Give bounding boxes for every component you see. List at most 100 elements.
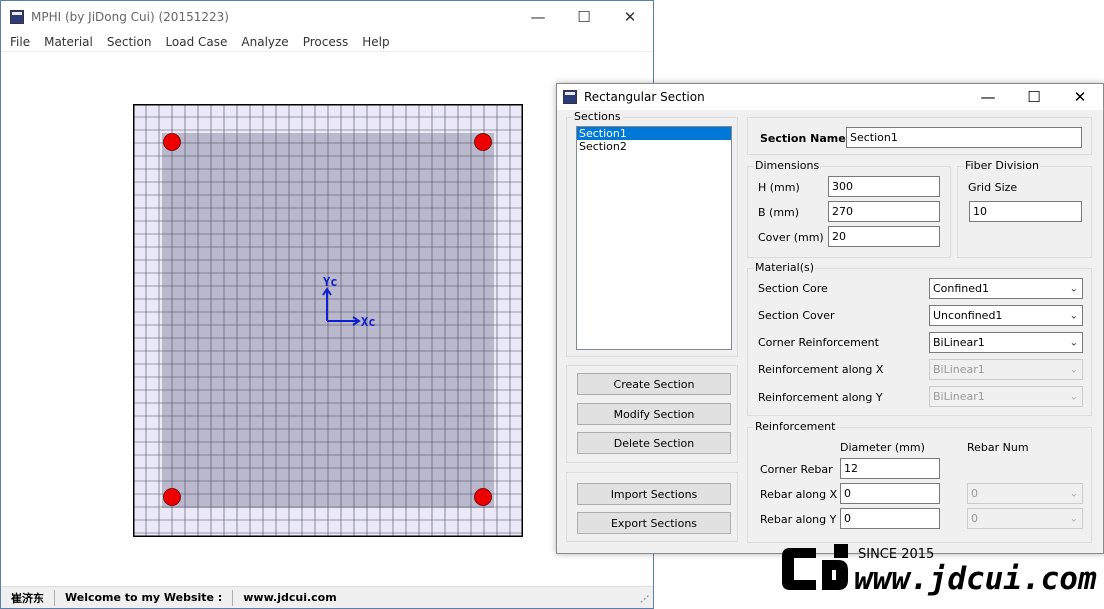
sections-listbox[interactable]: Section1 Section2: [576, 126, 732, 350]
grid-size-label: Grid Size: [968, 181, 1018, 194]
menu-process[interactable]: Process: [296, 35, 356, 49]
h-input[interactable]: 300: [828, 176, 940, 197]
chevron-down-icon: ⌄: [1069, 283, 1078, 294]
grid-size-input[interactable]: 10: [969, 201, 1082, 222]
list-item[interactable]: Section2: [577, 140, 731, 153]
section-name-input[interactable]: Section1: [846, 127, 1082, 148]
dialog-maximize-icon[interactable]: ☐: [1011, 84, 1057, 110]
main-titlebar[interactable]: MPHI (by JiDong Cui) (20151223) — ☐ ✕: [1, 1, 653, 32]
x-axis-label: Xc: [361, 315, 375, 329]
import-sections-button[interactable]: Import Sections: [577, 483, 731, 505]
b-input[interactable]: 270: [828, 201, 940, 222]
materials-group-label: Material(s): [754, 261, 816, 274]
reinforcement-x-label: Reinforcement along X: [758, 363, 884, 376]
corner-rebar: [163, 133, 181, 151]
rebar-x-num-value: 0: [971, 487, 978, 500]
section-name-group: Section Name Section1: [747, 117, 1092, 155]
dialog-close-icon[interactable]: ✕: [1057, 84, 1103, 110]
section-name-label: Section Name: [760, 132, 846, 145]
app-icon: [10, 9, 24, 24]
dialog-titlebar[interactable]: Rectangular Section — ☐ ✕: [557, 84, 1103, 110]
menu-load-case[interactable]: Load Case: [158, 35, 234, 49]
cover-input[interactable]: 20: [828, 226, 940, 247]
create-section-button[interactable]: Create Section: [577, 373, 731, 395]
section-cover-select[interactable]: Unconfined1 ⌄: [929, 305, 1083, 326]
cover-label: Cover (mm): [758, 231, 824, 244]
corner-rebar: [163, 488, 181, 506]
corner-reinforcement-label: Corner Reinforcement: [758, 336, 879, 349]
rebar-y-label: Rebar along Y: [760, 513, 837, 526]
jdcui-logo-icon: [782, 544, 848, 590]
menu-file[interactable]: File: [3, 35, 37, 49]
chevron-down-icon: ⌄: [1069, 488, 1078, 499]
rebar-y-num-select: 0 ⌄: [967, 508, 1083, 529]
maximize-icon[interactable]: ☐: [561, 1, 607, 32]
export-sections-button[interactable]: Export Sections: [577, 512, 731, 534]
rebar-y-num-value: 0: [971, 512, 978, 525]
rebar-num-header: Rebar Num: [967, 441, 1029, 454]
reinforcement-y-label: Reinforcement along Y: [758, 391, 883, 404]
menu-help[interactable]: Help: [355, 35, 396, 49]
dialog-title: Rectangular Section: [584, 90, 705, 104]
list-item[interactable]: Section1: [577, 127, 731, 140]
status-website: www.jdcui.com: [243, 591, 337, 604]
status-welcome: Welcome to my Website :: [55, 589, 234, 606]
dimensions-group-label: Dimensions: [754, 159, 821, 172]
corner-rebar: [474, 488, 492, 506]
chevron-down-icon: ⌄: [1069, 391, 1078, 402]
sections-group: Sections Section1 Section2: [566, 110, 738, 357]
watermark-since: SINCE 2015: [858, 547, 934, 562]
section-cover-label: Section Cover: [758, 309, 835, 322]
reinforcement-group: Reinforcement Diameter (mm) Rebar Num Co…: [747, 420, 1092, 543]
materials-group: Material(s) Section Core Confined1 ⌄ Sec…: [747, 261, 1092, 416]
diameter-header: Diameter (mm): [840, 441, 925, 454]
corner-rebar-diameter-input[interactable]: 12: [840, 458, 940, 479]
chevron-down-icon: ⌄: [1069, 337, 1078, 348]
reinforcement-y-value: BiLinear1: [933, 390, 985, 403]
section-cover-value: Unconfined1: [933, 309, 1003, 322]
reinforcement-group-label: Reinforcement: [754, 420, 837, 433]
chevron-down-icon: ⌄: [1069, 364, 1078, 375]
jdcui-watermark: SINCE 2015 www.jdcui.com: [782, 544, 1097, 597]
reinforcement-x-value: BiLinear1: [933, 363, 985, 376]
chevron-down-icon: ⌄: [1069, 513, 1078, 524]
section-core-value: Confined1: [933, 282, 990, 295]
section-core-select[interactable]: Confined1 ⌄: [929, 278, 1083, 299]
statusbar: 崔济东 Welcome to my Website : www.jdcui.co…: [1, 586, 653, 608]
corner-rebar: [474, 133, 492, 151]
sections-group-label: Sections: [573, 110, 622, 123]
menu-material[interactable]: Material: [37, 35, 100, 49]
reinforcement-x-select: BiLinear1 ⌄: [929, 359, 1083, 380]
modify-section-button[interactable]: Modify Section: [577, 403, 731, 425]
rebar-x-label: Rebar along X: [760, 488, 838, 501]
import-export-group: Import Sections Export Sections: [566, 472, 738, 542]
b-label: B (mm): [758, 206, 800, 219]
reinforcement-y-select: BiLinear1 ⌄: [929, 386, 1083, 407]
delete-section-button[interactable]: Delete Section: [577, 432, 731, 454]
y-axis-label: Yc: [323, 275, 337, 289]
section-canvas[interactable]: Xc Yc: [133, 104, 523, 537]
close-icon[interactable]: ✕: [607, 1, 653, 32]
fiber-division-group: Fiber Division Grid Size 10: [957, 159, 1092, 258]
corner-reinforcement-select[interactable]: BiLinear1 ⌄: [929, 332, 1083, 353]
watermark-url: www.jdcui.com: [854, 561, 1097, 597]
resize-grip-icon[interactable]: ⋰: [640, 595, 649, 605]
dialog-app-icon: [563, 90, 577, 104]
dimensions-group: Dimensions H (mm) 300 B (mm) 270 Cover (…: [747, 159, 951, 258]
menu-analyze[interactable]: Analyze: [234, 35, 295, 49]
dialog-minimize-icon[interactable]: —: [965, 84, 1011, 110]
menubar: File Material Section Load Case Analyze …: [1, 32, 653, 52]
status-author: 崔济东: [1, 589, 55, 606]
fiber-division-group-label: Fiber Division: [964, 159, 1040, 172]
main-window-title: MPHI (by JiDong Cui) (20151223): [31, 9, 229, 24]
rectangular-section-dialog: Rectangular Section — ☐ ✕ Sections Secti…: [556, 83, 1104, 554]
rebar-y-diameter-input[interactable]: 0: [840, 508, 940, 529]
rebar-x-diameter-input[interactable]: 0: [840, 483, 940, 504]
section-actions-group: Create Section Modify Section Delete Sec…: [566, 365, 738, 463]
minimize-icon[interactable]: —: [515, 1, 561, 32]
corner-reinforcement-value: BiLinear1: [933, 336, 985, 349]
section-core-label: Section Core: [758, 282, 828, 295]
menu-section[interactable]: Section: [100, 35, 159, 49]
h-label: H (mm): [758, 181, 800, 194]
rebar-x-num-select: 0 ⌄: [967, 483, 1083, 504]
